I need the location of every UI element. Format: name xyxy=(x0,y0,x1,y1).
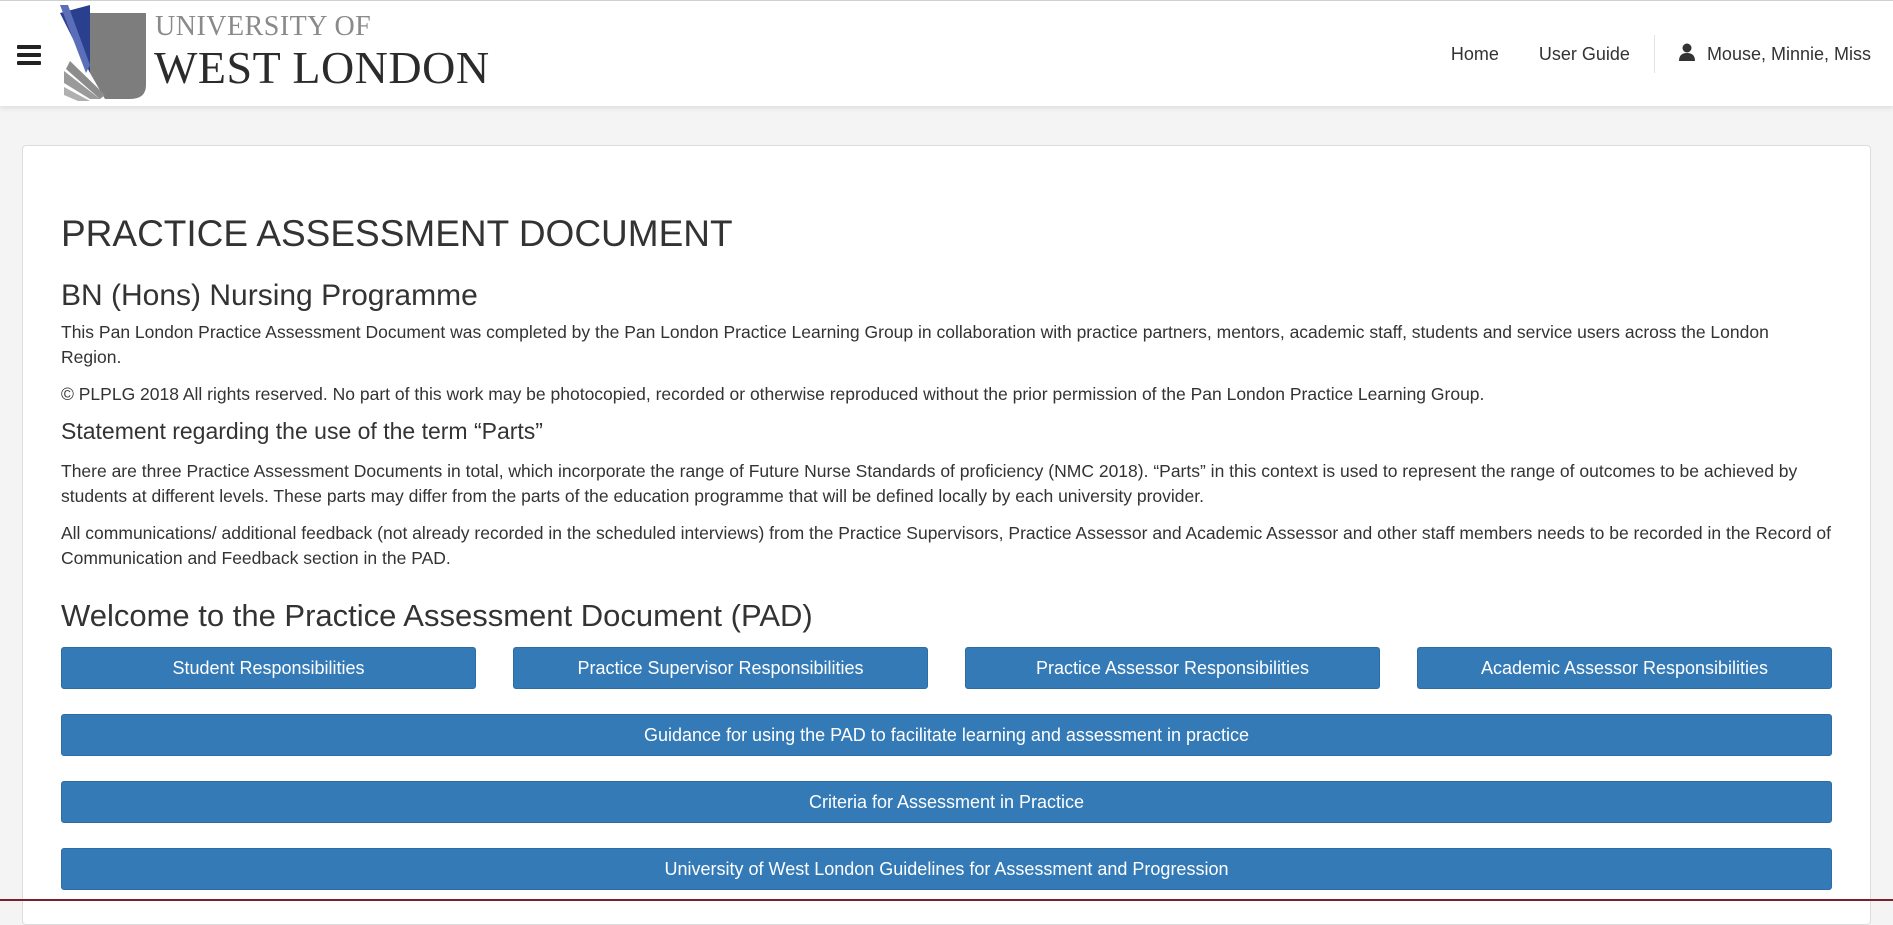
guidelines-button[interactable]: University of West London Guidelines for… xyxy=(61,848,1832,890)
criteria-button[interactable]: Criteria for Assessment in Practice xyxy=(61,781,1832,823)
programme-heading: BN (Hons) Nursing Programme xyxy=(61,279,478,312)
practice-assessor-responsibilities-button[interactable]: Practice Assessor Responsibilities xyxy=(965,647,1380,689)
statement-heading: Statement regarding the use of the term … xyxy=(61,418,543,444)
practice-supervisor-responsibilities-button[interactable]: Practice Supervisor Responsibilities xyxy=(513,647,928,689)
responsibility-buttons: Student Responsibilities Practice Superv… xyxy=(61,647,1832,689)
hamburger-menu-icon[interactable] xyxy=(17,45,41,65)
intro-paragraph: This Pan London Practice Assessment Docu… xyxy=(61,322,1769,367)
logo-emblem-icon xyxy=(60,5,146,101)
user-menu[interactable]: Mouse, Minnie, Miss xyxy=(1659,43,1893,66)
academic-assessor-responsibilities-button[interactable]: Academic Assessor Responsibilities xyxy=(1417,647,1832,689)
welcome-heading: Welcome to the Practice Assessment Docum… xyxy=(61,598,813,633)
page-title: PRACTICE ASSESSMENT DOCUMENT xyxy=(61,213,733,254)
statement-paragraph: There are three Practice Assessment Docu… xyxy=(61,461,1798,506)
nav-home-link[interactable]: Home xyxy=(1431,44,1519,65)
guidance-button[interactable]: Guidance for using the PAD to facilitate… xyxy=(61,714,1832,756)
top-navbar: UNIVERSITY OF WEST LONDON Home User Guid… xyxy=(0,0,1893,106)
logo-text-line1: UNIVERSITY OF xyxy=(155,11,372,42)
copyright-paragraph: © PLPLG 2018 All rights reserved. No par… xyxy=(61,384,1485,404)
nav-divider xyxy=(1653,35,1655,73)
communications-paragraph: All communications/ additional feedback … xyxy=(61,523,1832,568)
user-icon xyxy=(1678,43,1695,66)
nav-links: Home User Guide Mouse, Minnie, Miss xyxy=(1431,1,1893,107)
university-logo[interactable]: UNIVERSITY OF WEST LONDON xyxy=(60,3,489,103)
main-content: PRACTICE ASSESSMENT DOCUMENT BN (Hons) N… xyxy=(61,210,1832,890)
user-name: Mouse, Minnie, Miss xyxy=(1706,43,1871,64)
student-responsibilities-button[interactable]: Student Responsibilities xyxy=(61,647,476,689)
nav-user-guide-link[interactable]: User Guide xyxy=(1519,44,1650,65)
logo-text-line2: WEST LONDON xyxy=(154,42,490,93)
